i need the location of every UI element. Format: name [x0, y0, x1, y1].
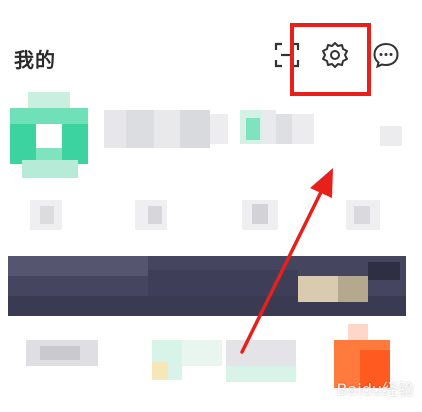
annotation-arrow — [240, 168, 333, 354]
watermark-text: Baidu经验 — [336, 380, 414, 399]
